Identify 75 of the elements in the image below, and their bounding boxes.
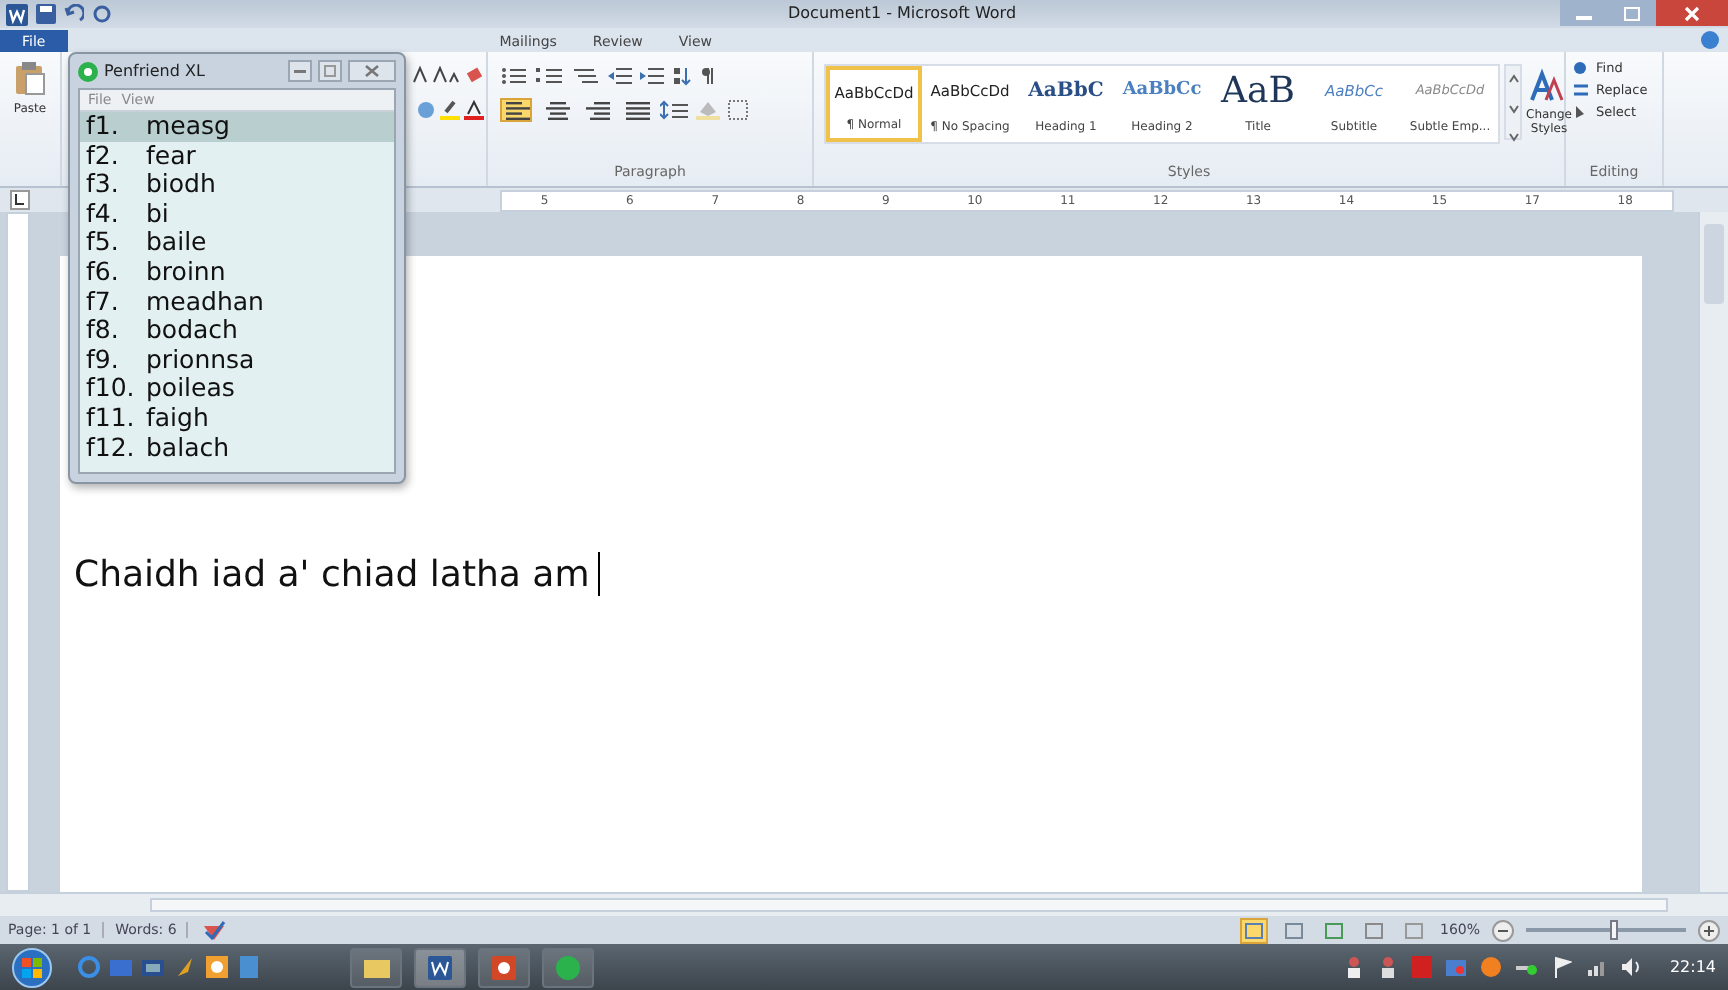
prediction-item[interactable]: f12. balach <box>80 433 394 463</box>
window-icon[interactable] <box>142 956 164 978</box>
penfriend-logo-icon <box>78 61 98 81</box>
browser-icon[interactable] <box>78 956 100 978</box>
prediction-item[interactable]: f9. prionnsa <box>80 345 394 375</box>
save-icon[interactable] <box>36 4 56 24</box>
powerpoint-taskbar-button[interactable] <box>478 947 530 987</box>
document-icon[interactable] <box>238 956 260 978</box>
minimize-icon <box>290 64 310 78</box>
view-outline-icon[interactable] <box>1359 917 1388 943</box>
align-left-icon[interactable] <box>500 98 532 122</box>
clipboard-icon <box>14 60 46 96</box>
window-title: Document1 - Microsoft Word <box>788 4 1017 22</box>
prediction-item[interactable]: f11. faigh <box>80 403 394 434</box>
prediction-item[interactable]: f10. poileas <box>80 374 394 404</box>
prediction-item[interactable]: f2. fear <box>80 141 394 171</box>
prediction-item[interactable]: f1. measg <box>80 112 394 142</box>
prediction-item[interactable]: f7. meadhan <box>80 287 394 317</box>
prediction-item[interactable]: f8. bodach <box>80 316 394 346</box>
window-title: Penfriend XL <box>104 62 205 80</box>
feather-icon[interactable] <box>174 956 196 978</box>
close-button[interactable] <box>1656 0 1728 26</box>
highlighter-icon[interactable] <box>440 100 460 120</box>
word-taskbar-button[interactable] <box>414 947 466 987</box>
align-center-icon[interactable] <box>540 98 572 122</box>
minimize-button[interactable] <box>288 60 312 82</box>
clock[interactable]: 22:14 <box>1669 958 1716 976</box>
borders-icon[interactable] <box>728 100 748 120</box>
word-logo-icon <box>428 955 452 979</box>
close-button[interactable] <box>348 60 396 82</box>
change-styles-icon <box>1530 68 1567 104</box>
folder-icon <box>363 956 389 978</box>
line-spacing-icon[interactable] <box>660 100 688 120</box>
document-text[interactable]: Chaidh iad a' chiad latha am <box>74 552 1642 596</box>
bullets-icon[interactable] <box>500 66 528 86</box>
maximize-icon <box>1622 5 1642 21</box>
gallery-scroll-buttons[interactable] <box>1504 64 1522 140</box>
proofing-icon[interactable] <box>200 919 229 941</box>
view-print-icon[interactable] <box>1239 917 1268 943</box>
prediction-item[interactable]: f5. baile <box>80 228 394 258</box>
increase-indent-icon[interactable] <box>640 66 664 86</box>
word-logo-icon <box>6 3 28 25</box>
decrease-indent-icon[interactable] <box>608 66 632 86</box>
horizontal-scrollbar[interactable] <box>0 892 1728 916</box>
prediction-item[interactable]: f4. bi <box>80 199 394 229</box>
start-button[interactable] <box>12 947 52 987</box>
view-read-icon[interactable] <box>1279 917 1308 943</box>
speaker-icon[interactable] <box>1619 956 1644 978</box>
undo-icon[interactable] <box>64 4 84 24</box>
numbering-icon[interactable] <box>536 66 564 86</box>
explorer-taskbar-button[interactable] <box>350 947 402 987</box>
align-right-icon[interactable] <box>580 98 612 122</box>
sort-icon[interactable] <box>672 66 692 86</box>
vertical-scrollbar[interactable] <box>1698 212 1728 892</box>
prediction-item[interactable]: f3. biodh <box>80 170 394 200</box>
flag-icon[interactable] <box>1551 956 1572 978</box>
align-justify-icon[interactable] <box>620 98 652 122</box>
tray-person-icon[interactable] <box>1343 956 1364 978</box>
maximize-icon <box>320 64 340 78</box>
prediction-item[interactable]: f6. broinn <box>80 257 394 288</box>
slides-icon <box>492 955 516 979</box>
pilcrow-icon[interactable] <box>700 66 716 86</box>
font-color-icon[interactable] <box>464 100 484 120</box>
signal-icon[interactable] <box>1585 956 1606 978</box>
close-icon <box>1682 5 1702 21</box>
view-web-icon[interactable] <box>1319 917 1348 943</box>
zoom-in-icon[interactable] <box>1698 919 1720 941</box>
close-icon <box>360 64 384 78</box>
tab-selector-icon[interactable] <box>10 190 30 210</box>
penfriend-taskbar-button[interactable] <box>542 947 594 987</box>
app-logo-icon <box>556 955 580 979</box>
tray-circle-icon[interactable] <box>1479 956 1502 978</box>
multilevel-list-icon[interactable] <box>572 66 600 86</box>
tray-person-icon[interactable] <box>1377 956 1398 978</box>
zoom-out-icon[interactable] <box>1492 919 1514 941</box>
